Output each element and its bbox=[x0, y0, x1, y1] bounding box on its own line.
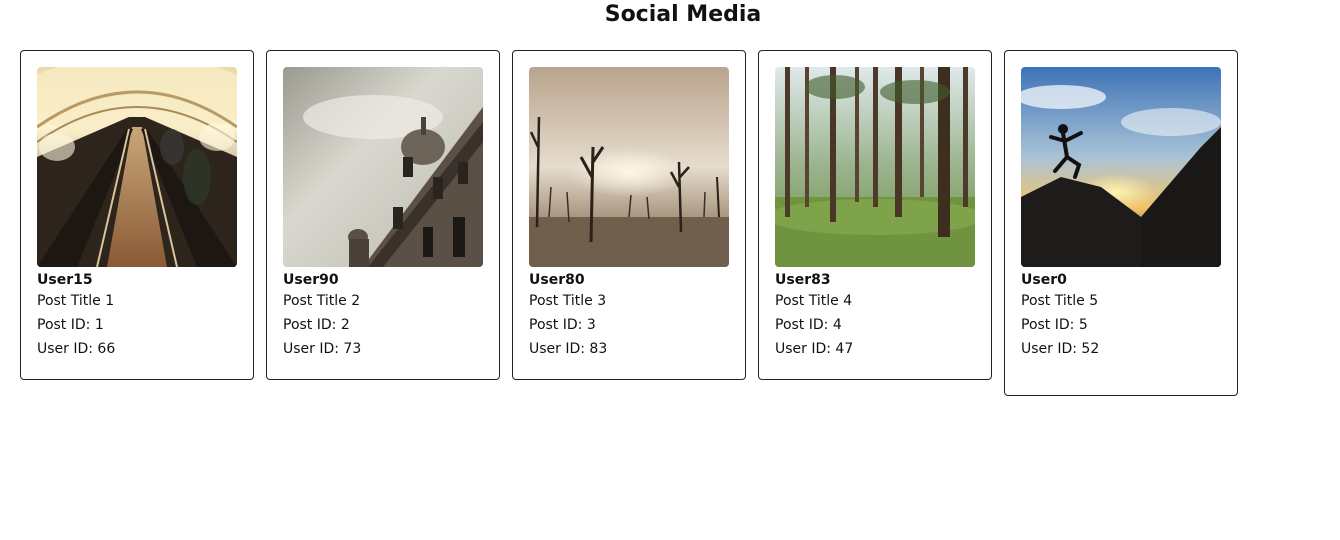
user-id: User ID: 47 bbox=[775, 341, 854, 357]
post-title: Post Title 1 bbox=[37, 293, 115, 309]
user-id: User ID: 66 bbox=[37, 341, 116, 357]
post-username[interactable]: User0 bbox=[1021, 271, 1221, 289]
page-title: Social Media bbox=[604, 2, 762, 27]
dead-trees-fog-photo[interactable] bbox=[529, 67, 729, 267]
post-username[interactable]: User80 bbox=[529, 271, 729, 289]
post-title: Post Title 5 bbox=[1021, 293, 1099, 309]
post-title: Post Title 2 bbox=[283, 293, 361, 309]
post-card[interactable]: User15 Post Title 1 Post ID: 1 User ID: … bbox=[20, 50, 254, 380]
post-username[interactable]: User83 bbox=[775, 271, 975, 289]
post-card[interactable]: User80 Post Title 3 Post ID: 3 User ID: … bbox=[512, 50, 746, 380]
post-title: Post Title 3 bbox=[529, 293, 607, 309]
pine-forest-photo[interactable] bbox=[775, 67, 975, 267]
post-card[interactable]: User90 Post Title 2 Post ID: 2 User ID: … bbox=[266, 50, 500, 380]
post-id: Post ID: 1 bbox=[37, 317, 104, 333]
post-id: Post ID: 3 bbox=[529, 317, 596, 333]
post-id: Post ID: 2 bbox=[283, 317, 350, 333]
post-id: Post ID: 5 bbox=[1021, 317, 1088, 333]
escalator-tunnel-photo[interactable] bbox=[37, 67, 237, 267]
post-id: Post ID: 4 bbox=[775, 317, 842, 333]
post-list: User15 Post Title 1 Post ID: 1 User ID: … bbox=[20, 50, 1238, 396]
jumping-silhouette-sunset-photo[interactable] bbox=[1021, 67, 1221, 267]
page: Social Media User15 Post Title 1 Post ID… bbox=[0, 0, 1340, 540]
post-username[interactable]: User15 bbox=[37, 271, 237, 289]
user-id: User ID: 83 bbox=[529, 341, 608, 357]
domed-building-photo[interactable] bbox=[283, 67, 483, 267]
user-id: User ID: 73 bbox=[283, 341, 362, 357]
post-card[interactable]: User0 Post Title 5 Post ID: 5 User ID: 5… bbox=[1004, 50, 1238, 396]
post-title: Post Title 4 bbox=[775, 293, 853, 309]
post-username[interactable]: User90 bbox=[283, 271, 483, 289]
user-id: User ID: 52 bbox=[1021, 341, 1100, 357]
post-card[interactable]: User83 Post Title 4 Post ID: 4 User ID: … bbox=[758, 50, 992, 380]
